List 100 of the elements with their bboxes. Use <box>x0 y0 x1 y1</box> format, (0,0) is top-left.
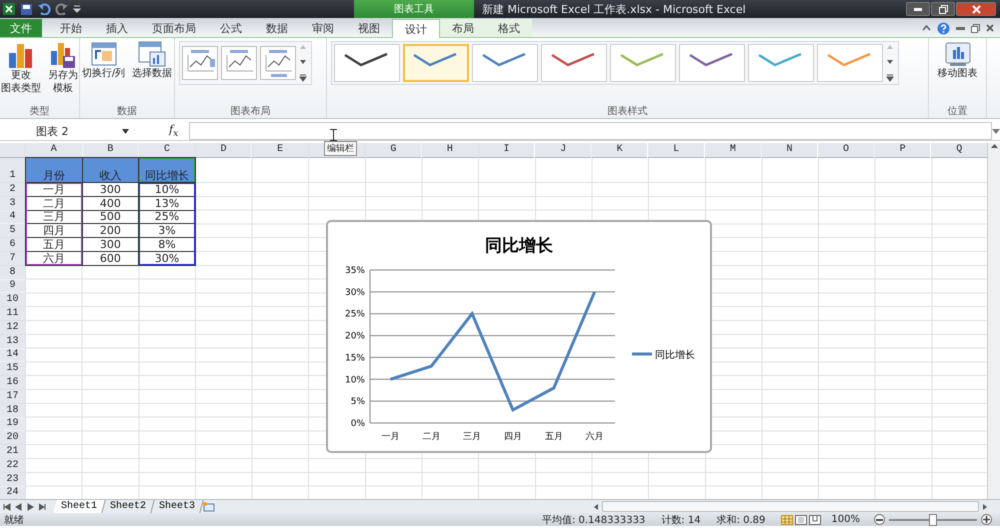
name-box[interactable]: 图表 2 <box>0 123 122 139</box>
row-header[interactable]: 24 <box>0 486 25 500</box>
chart-style-thumbnail[interactable] <box>610 44 676 82</box>
ribbon-tab[interactable]: 页面布局 <box>140 19 208 37</box>
column-header[interactable]: Q <box>931 143 987 157</box>
expand-caret-icon[interactable] <box>992 128 1000 134</box>
row-header[interactable]: 20 <box>0 431 25 444</box>
ribbon-tab[interactable]: 插入 <box>94 19 140 37</box>
row-header[interactable]: 12 <box>0 320 25 334</box>
ribbon-button[interactable]: 选择数据 <box>130 41 174 104</box>
ribbon-tab[interactable]: 格式 <box>486 19 532 37</box>
normal-view-icon[interactable] <box>781 514 794 525</box>
row-header[interactable]: 6 <box>0 238 25 251</box>
undo-icon[interactable] <box>37 3 51 15</box>
row-header[interactable]: 15 <box>0 362 25 376</box>
chart-area[interactable] <box>326 220 712 453</box>
chart-style-thumbnail[interactable] <box>748 44 814 82</box>
close-icon[interactable] <box>986 24 994 32</box>
column-header[interactable]: J <box>535 143 591 157</box>
row-header[interactable]: 5 <box>0 224 25 238</box>
restore-icon[interactable] <box>971 24 980 32</box>
ribbon-button[interactable]: 移动图表 <box>936 41 980 104</box>
minimize-button[interactable] <box>906 2 930 16</box>
next-sheet-icon[interactable] <box>27 502 35 511</box>
minimize-icon[interactable] <box>956 26 965 30</box>
ribbon-tab[interactable]: 设计 <box>392 19 440 38</box>
series-line[interactable] <box>390 291 596 412</box>
formula-input-field[interactable] <box>189 122 992 140</box>
layout-thumbnail[interactable] <box>221 46 257 80</box>
chart-style-thumbnail[interactable] <box>817 44 883 82</box>
first-sheet-icon[interactable] <box>3 502 11 511</box>
row-header[interactable]: 4 <box>0 210 25 224</box>
column-header[interactable]: L <box>648 143 704 157</box>
column-header[interactable]: K <box>592 143 648 157</box>
ribbon-tab[interactable]: 文件 <box>0 19 42 37</box>
layout-thumbnail[interactable] <box>260 46 296 80</box>
row-header[interactable]: 19 <box>0 418 25 430</box>
row-header[interactable]: 16 <box>0 376 25 389</box>
column-header[interactable]: H <box>422 143 478 157</box>
zoom-in-button[interactable] <box>981 514 992 526</box>
ribbon-button[interactable]: 切换行/列 <box>80 41 128 104</box>
save-icon[interactable] <box>20 2 33 16</box>
column-header[interactable]: I <box>478 143 534 157</box>
row-header[interactable]: 3 <box>0 196 25 210</box>
column-header[interactable]: M <box>705 143 761 157</box>
ribbon-tab[interactable]: 数据 <box>254 19 300 37</box>
insert-sheet-icon[interactable] <box>202 501 216 512</box>
chart-style-thumbnail[interactable] <box>334 44 400 82</box>
row-header[interactable]: 22 <box>0 458 25 472</box>
previous-sheet-icon[interactable] <box>15 502 23 511</box>
column-header[interactable]: O <box>818 143 874 157</box>
chart-style-thumbnail[interactable] <box>679 44 745 82</box>
ribbon-tab[interactable]: 公式 <box>208 19 254 37</box>
ribbon-button[interactable]: 另存为 模板 <box>46 41 80 104</box>
scroll-down-icon[interactable] <box>886 59 894 65</box>
ribbon-tab[interactable]: 审阅 <box>300 19 346 37</box>
scroll-left-icon[interactable] <box>593 502 599 511</box>
insert-function-button[interactable]: f$_{x}$ <box>169 122 185 140</box>
page-break-view-icon[interactable] <box>809 514 822 525</box>
row-header[interactable]: 1 <box>0 158 25 182</box>
scroll-up-icon[interactable] <box>990 143 998 149</box>
redo-icon[interactable] <box>55 3 69 15</box>
row-header[interactable]: 17 <box>0 390 25 403</box>
row-header[interactable]: 13 <box>0 334 25 348</box>
last-sheet-icon[interactable] <box>39 502 47 511</box>
close-button[interactable] <box>956 2 996 16</box>
column-header[interactable]: G <box>366 143 422 157</box>
ribbon-tab[interactable]: 布局 <box>440 19 486 37</box>
column-header[interactable]: N <box>762 143 818 157</box>
scroll-down-icon[interactable] <box>299 59 307 65</box>
column-header[interactable]: E <box>252 143 308 157</box>
row-header[interactable]: 14 <box>0 348 25 362</box>
ribbon-tab[interactable]: 开始 <box>48 19 94 37</box>
page-layout-view-icon[interactable] <box>795 514 808 525</box>
row-header[interactable]: 9 <box>0 280 25 292</box>
column-header[interactable]: C <box>139 143 195 157</box>
collapse-ribbon-icon[interactable] <box>922 25 931 31</box>
dropdown-caret-icon[interactable] <box>122 128 129 134</box>
ribbon-button[interactable]: 更改 图表类型 <box>0 41 43 104</box>
ribbon-tab[interactable]: 视图 <box>346 19 392 37</box>
row-header[interactable]: 21 <box>0 445 25 458</box>
zoom-slider-thumb[interactable] <box>929 514 937 526</box>
help-icon[interactable] <box>937 22 950 34</box>
scroll-right-icon[interactable] <box>982 502 988 511</box>
horizontal-scrollbar[interactable] <box>602 501 979 512</box>
chart-style-thumbnail[interactable] <box>541 44 607 82</box>
zoom-out-button[interactable] <box>874 514 885 526</box>
vertical-scrollbar[interactable] <box>987 143 1000 500</box>
row-header[interactable]: 10 <box>0 293 25 306</box>
chart-style-thumbnail[interactable] <box>472 44 538 82</box>
row-header[interactable]: 2 <box>0 183 25 196</box>
customize-toolbar-icon[interactable] <box>73 5 81 13</box>
sheet-tab[interactable]: Sheet1 <box>53 500 106 514</box>
more-icon[interactable] <box>299 74 307 82</box>
row-header[interactable]: 8 <box>0 266 25 279</box>
row-header[interactable]: 18 <box>0 404 25 417</box>
column-header[interactable]: P <box>874 143 930 157</box>
column-header[interactable]: B <box>82 143 138 157</box>
column-header[interactable]: D <box>196 143 252 157</box>
row-header[interactable]: 7 <box>0 252 25 265</box>
